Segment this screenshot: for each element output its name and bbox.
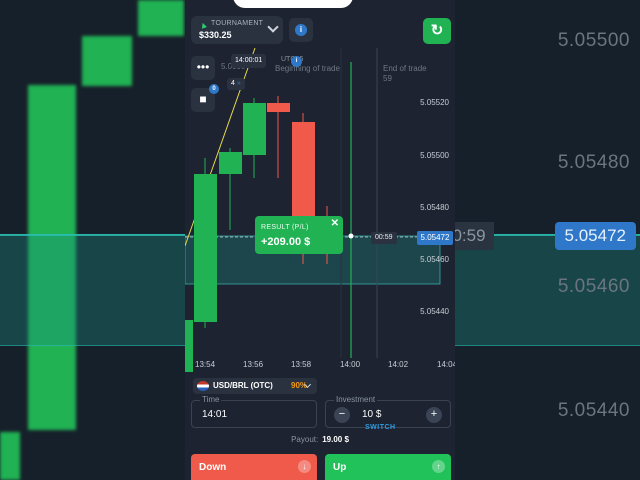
countdown-timer: 00:59 — [371, 232, 397, 244]
increase-button[interactable]: + — [426, 407, 442, 423]
up-button[interactable]: Up ↑ — [325, 454, 451, 480]
down-button[interactable]: Down ↓ — [191, 454, 317, 480]
arrow-down-icon: ↓ — [298, 460, 311, 473]
trade-time-chip: 14:00:01 — [231, 54, 267, 68]
info-button[interactable]: i — [289, 18, 313, 42]
portfolio-badge: 0 — [209, 84, 219, 94]
candle — [194, 174, 217, 322]
down-label: Down — [199, 462, 227, 473]
investment-field-label: Investment — [334, 395, 378, 404]
time-field-value[interactable]: 14:01 — [202, 409, 227, 420]
time-axis-label: 13:54 — [195, 360, 216, 369]
begin-trade-label: Beginning of trade — [275, 64, 340, 73]
open-trades-chip[interactable]: 4 » — [227, 78, 245, 90]
bg-candle — [0, 432, 20, 480]
candle — [267, 103, 290, 112]
bg-candle — [138, 0, 184, 36]
up-label: Up — [333, 462, 347, 473]
candle — [185, 320, 193, 372]
payout-row: Payout: 19.00 $ — [185, 435, 455, 444]
account-balance: $330.25 — [199, 30, 232, 40]
result-label: RESULT (P/L) — [261, 224, 309, 231]
bg-price-label: 5.05500 — [557, 30, 630, 51]
arrow-up-icon: ↑ — [432, 460, 445, 473]
bg-price-label: 5.05460 — [557, 276, 630, 297]
result-popup: RESULT (P/L) +209.00 $ ✕ — [255, 216, 343, 254]
double-arrow-icon: » — [236, 80, 241, 87]
close-icon[interactable]: ✕ — [331, 218, 339, 229]
open-trades-count: 4 — [231, 80, 235, 87]
result-value: +209.00 $ — [261, 236, 311, 248]
trading-app: ▲ TOURNAMENT $330.25 i ↻ 14:00:01 i Begi… — [185, 0, 455, 480]
bg-trade-band — [0, 234, 185, 346]
right-background-chart: 00:59 5.05500 5.05480 5.05472 5.05460 5.… — [455, 0, 640, 480]
candle — [243, 103, 266, 155]
price-dot — [348, 233, 354, 239]
refresh-icon: ↻ — [430, 22, 444, 39]
switch-button[interactable]: SWITCH — [365, 424, 396, 431]
more-horizontal-icon: ••• — [196, 60, 210, 74]
bg-timer: 00:59 — [455, 222, 494, 250]
asset-selector[interactable]: USD/BRL (OTC) 90% — [193, 378, 317, 394]
decrease-button[interactable]: − — [334, 407, 350, 423]
top-bar: ▲ TOURNAMENT $330.25 i ↻ — [185, 0, 455, 48]
time-axis-label: 14:02 — [388, 360, 409, 369]
bg-price-label: 5.05440 — [557, 400, 630, 421]
bg-current-price: 5.05472 — [554, 222, 636, 250]
current-price: 5.05472 — [417, 231, 453, 245]
time-field-label: Time — [200, 395, 222, 404]
bg-price-label: 5.05480 — [557, 152, 630, 173]
payout-value: 19.00 $ — [322, 435, 349, 444]
time-field[interactable]: Time 14:01 — [191, 395, 317, 428]
time-axis-label: 14:04 — [437, 360, 455, 369]
price-axis-label: 5.05440 — [420, 307, 449, 316]
investment-value[interactable]: 10 $ — [362, 409, 381, 420]
end-trade-value: 59 — [383, 74, 392, 83]
time-axis-label: 13:58 — [291, 360, 312, 369]
price-axis-label: 5.05460 — [420, 255, 449, 264]
candle — [219, 152, 242, 174]
price-axis-label: 5.05520 — [420, 98, 449, 107]
chart-canvas — [185, 48, 441, 372]
price-axis-label: 5.05480 — [420, 203, 449, 212]
info-icon: i — [295, 24, 307, 36]
asset-name: USD/BRL (OTC) — [213, 381, 273, 390]
account-type: TOURNAMENT — [211, 20, 264, 27]
left-background-chart — [0, 0, 185, 480]
us-flag-icon — [197, 381, 209, 391]
bg-price-line — [0, 234, 185, 236]
time-axis-label: 13:56 — [243, 360, 264, 369]
bg-candle — [82, 36, 132, 86]
time-axis-label: 14:00 — [340, 360, 361, 369]
price-chart[interactable]: 5.0000 14:00:01 UTC+5 i Beginning of tra… — [185, 48, 455, 380]
top-pill — [233, 0, 353, 8]
payout-label: Payout: — [291, 435, 319, 444]
chevron-down-icon — [267, 21, 279, 33]
price-axis-label: 5.05500 — [420, 151, 449, 160]
refresh-button[interactable]: ↻ — [423, 18, 451, 44]
briefcase-icon: ■ — [199, 92, 207, 106]
end-trade-label: End of trade — [383, 64, 427, 73]
more-menu-button[interactable]: ••• — [191, 56, 215, 80]
account-selector[interactable]: ▲ TOURNAMENT $330.25 — [191, 16, 283, 44]
